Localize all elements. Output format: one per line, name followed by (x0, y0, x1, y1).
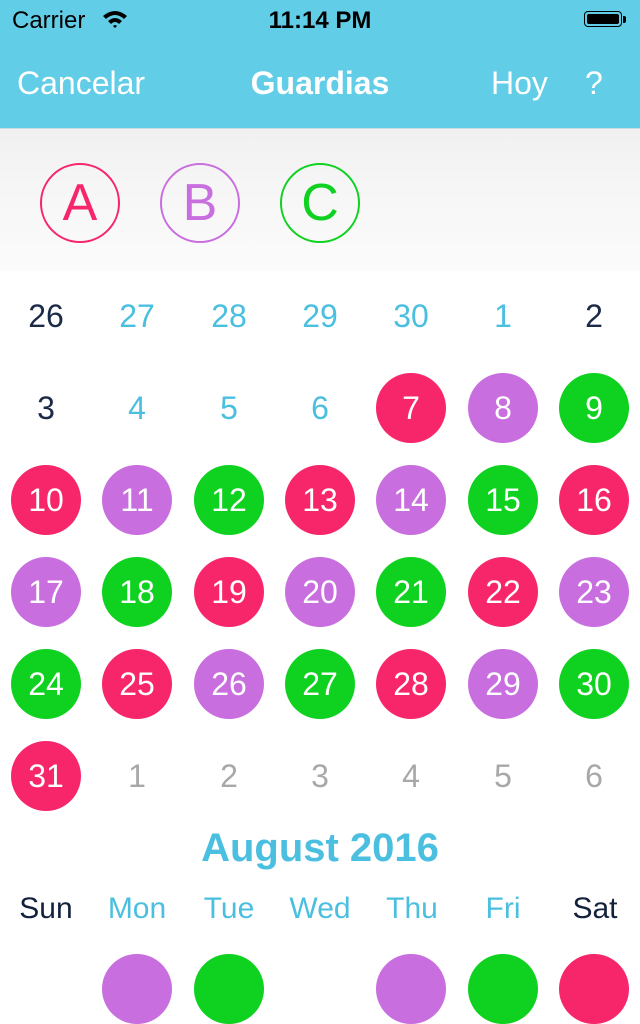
weekday-label: Thu (386, 892, 438, 925)
day-cell[interactable] (102, 954, 172, 1024)
day-cell[interactable]: 8 (468, 373, 538, 443)
day-cell[interactable]: 23 (559, 557, 629, 627)
week-row: 10 11 12 13 14 15 16 (0, 454, 640, 546)
day-cell[interactable] (468, 954, 538, 1024)
weekday-label: Tue (203, 892, 255, 925)
day-cell[interactable]: 31 (11, 741, 81, 811)
day-cell[interactable]: 13 (285, 465, 355, 535)
day-cell[interactable] (194, 954, 264, 1024)
day-cell[interactable]: 3 (11, 373, 81, 443)
shift-c-button[interactable]: C (280, 163, 360, 243)
day-cell[interactable]: 18 (102, 557, 172, 627)
day-cell[interactable]: 3 (285, 741, 355, 811)
month-title: August 2016 (201, 826, 439, 870)
day-cell[interactable]: 17 (11, 557, 81, 627)
day-cell[interactable]: 14 (376, 465, 446, 535)
day-cell[interactable] (376, 954, 446, 1024)
day-cell[interactable]: 12 (194, 465, 264, 535)
weekday-label: Sat (572, 892, 618, 925)
week-row: 26 27 28 29 30 1 2 (0, 270, 640, 362)
day-cell[interactable]: 7 (376, 373, 446, 443)
week-row: 3456789 (0, 362, 640, 454)
day-cell[interactable]: 5 (468, 741, 538, 811)
day-cell[interactable]: 6 (285, 373, 355, 443)
day-cell[interactable]: 1 (468, 281, 538, 351)
shift-selector: A B C (0, 128, 640, 271)
day-cell[interactable]: 1 (102, 741, 172, 811)
week-row: 17 18 19 20 21 22 23 (0, 546, 640, 638)
day-cell[interactable]: 15 (468, 465, 538, 535)
status-bar: Carrier 11:14 PM (0, 0, 640, 40)
week-row: 24 25 26 27 28 29 30 (0, 638, 640, 730)
weekday-label: Mon (107, 892, 167, 925)
status-time: 11:14 PM (268, 7, 372, 34)
day-cell[interactable]: 30 (376, 281, 446, 351)
day-cell[interactable]: 16 (559, 465, 629, 535)
day-cell[interactable]: 27 (285, 649, 355, 719)
weekday-label: Wed (289, 892, 351, 925)
help-button[interactable]: ? (585, 65, 603, 102)
day-cell[interactable]: 28 (194, 281, 264, 351)
day-cell[interactable]: 6 (559, 741, 629, 811)
today-button[interactable]: Hoy (491, 65, 548, 102)
day-cell[interactable]: 30 (559, 649, 629, 719)
weekday-label: Sun (19, 892, 73, 925)
shift-a-button[interactable]: A (40, 163, 120, 243)
day-cell[interactable]: 26 (11, 281, 81, 351)
day-cell[interactable]: 22 (468, 557, 538, 627)
day-cell[interactable]: 20 (285, 557, 355, 627)
day-cell[interactable]: 2 (194, 741, 264, 811)
day-cell[interactable]: 4 (102, 373, 172, 443)
day-cell[interactable]: 27 (102, 281, 172, 351)
day-cell[interactable]: 29 (468, 649, 538, 719)
day-cell[interactable] (559, 954, 629, 1024)
day-cell[interactable]: 24 (11, 649, 81, 719)
day-cell[interactable]: 9 (559, 373, 629, 443)
day-cell[interactable]: 5 (194, 373, 264, 443)
shift-b-button[interactable]: B (160, 163, 240, 243)
day-cell[interactable]: 19 (194, 557, 264, 627)
day-cell[interactable]: 11 (102, 465, 172, 535)
day-cell[interactable]: 28 (376, 649, 446, 719)
day-cell[interactable]: 4 (376, 741, 446, 811)
navigation-bar: Cancelar Guardias Hoy ? (0, 40, 640, 128)
day-cell[interactable]: 26 (194, 649, 264, 719)
battery-icon (584, 11, 628, 29)
day-cell[interactable]: 29 (285, 281, 355, 351)
day-cell[interactable]: 2 (559, 281, 629, 351)
day-cell[interactable]: 10 (11, 465, 81, 535)
day-cell[interactable]: 21 (376, 557, 446, 627)
day-cell[interactable]: 25 (102, 649, 172, 719)
week-row: 31 1 2 3 4 5 6 (0, 730, 640, 822)
weekday-label: Fri (485, 892, 521, 925)
